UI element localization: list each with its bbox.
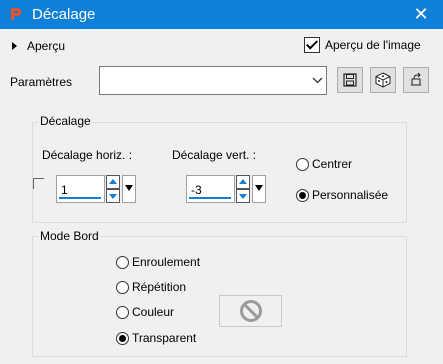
image-preview-label: Aperçu de l'image <box>325 38 421 52</box>
radio-selected-icon <box>116 331 129 345</box>
close-button[interactable]: ✕ <box>399 0 443 29</box>
vertical-offset-spinner[interactable]: -3 <box>186 175 268 205</box>
save-icon <box>343 73 357 87</box>
title-bar: Décalage ✕ <box>0 0 443 29</box>
offset-group <box>32 122 407 223</box>
radio-couleur-label: Couleur <box>132 305 175 319</box>
radio-unselected-icon <box>116 280 129 294</box>
radio-repetition[interactable]: Répétition <box>116 280 186 294</box>
image-preview-checkbox[interactable]: Aperçu de l'image <box>304 37 421 53</box>
expand-arrow-icon <box>12 42 17 50</box>
radio-unselected-icon <box>296 157 309 171</box>
radio-transparent-label: Transparent <box>132 331 197 345</box>
checkbox-checked-icon <box>304 37 320 53</box>
radio-centrer[interactable]: Centrer <box>296 157 352 171</box>
no-color-icon <box>239 300 262 322</box>
offset-group-title: Décalage <box>38 114 93 128</box>
reset-defaults-button[interactable] <box>403 67 429 93</box>
radio-personnalisee[interactable]: Personnalisée <box>296 188 388 202</box>
radio-enroulement-label: Enroulement <box>132 255 201 269</box>
input-focus-underline <box>59 197 101 199</box>
radio-selected-icon <box>296 188 309 202</box>
paintshop-logo-icon <box>7 5 25 23</box>
horizontal-offset-spinner[interactable]: 1 <box>56 175 138 205</box>
link-checkbox[interactable] <box>33 178 44 189</box>
radio-repetition-label: Répétition <box>132 280 187 294</box>
radio-personnalisee-label: Personnalisée <box>312 188 389 202</box>
randomize-button[interactable] <box>370 67 396 93</box>
vertical-offset-dropdown[interactable] <box>252 175 266 203</box>
edge-color-swatch[interactable] <box>219 295 282 327</box>
close-icon: ✕ <box>413 4 429 24</box>
horizontal-offset-value: 1 <box>61 183 68 197</box>
save-preset-button[interactable] <box>337 67 363 93</box>
horizontal-offset-dropdown[interactable] <box>122 175 136 203</box>
vertical-offset-input[interactable]: -3 <box>186 175 235 203</box>
radio-centrer-label: Centrer <box>312 157 353 171</box>
horizontal-offset-label: Décalage horiz. : <box>42 148 133 162</box>
edge-mode-group-title: Mode Bord <box>38 229 101 243</box>
presets-dropdown[interactable] <box>99 66 327 95</box>
radio-unselected-icon <box>116 305 129 319</box>
input-focus-underline <box>189 197 231 199</box>
reset-icon <box>411 72 421 86</box>
presets-label: Paramètres <box>10 75 73 89</box>
radio-unselected-icon <box>116 255 129 269</box>
radio-couleur[interactable]: Couleur <box>116 305 174 319</box>
preview-toggle-label: Aperçu <box>27 39 66 53</box>
window-title: Décalage <box>32 6 96 23</box>
random-dice-icon <box>375 72 391 88</box>
radio-transparent[interactable]: Transparent <box>116 331 196 345</box>
preview-toggle[interactable]: Aperçu <box>12 38 65 54</box>
spinner-arrows-icon[interactable] <box>106 175 120 203</box>
vertical-offset-label: Décalage vert. : <box>172 148 257 162</box>
horizontal-offset-input[interactable]: 1 <box>56 175 105 203</box>
chevron-down-icon <box>312 77 323 84</box>
radio-enroulement[interactable]: Enroulement <box>116 255 200 269</box>
vertical-offset-value: -3 <box>191 183 202 197</box>
spinner-arrows-icon[interactable] <box>236 175 250 203</box>
